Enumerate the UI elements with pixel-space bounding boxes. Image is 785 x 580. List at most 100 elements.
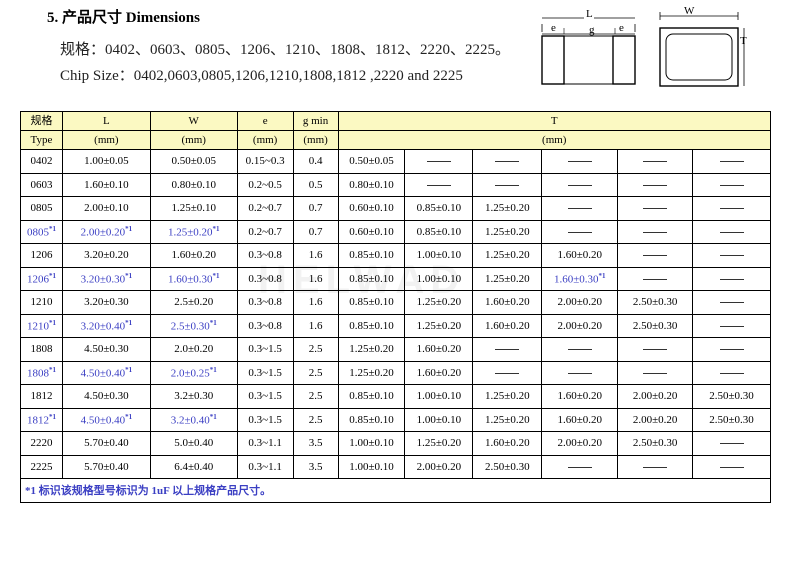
- cell-T: [617, 219, 694, 244]
- cell-W: 0.50±0.05: [149, 149, 238, 174]
- cell-T: [541, 360, 619, 385]
- table-row: 0603 1.60±0.10 0.80±0.10 0.2~0.5 0.5 0.80±0.1…: [20, 172, 771, 197]
- empty-dash: [643, 278, 668, 280]
- empty-dash: [567, 161, 592, 163]
- cell-W: 1.25±0.10: [149, 196, 238, 221]
- cell-type: 1206*1: [20, 266, 63, 291]
- cell-T: 1.25±0.20: [472, 384, 543, 409]
- cell-g: 2.5: [292, 384, 339, 409]
- note-mark: *1: [212, 224, 220, 233]
- cell-T: 0.85±0.10: [337, 384, 406, 409]
- cell-L: 1.00±0.05: [61, 149, 151, 174]
- cell-L: 4.50±0.30: [61, 337, 151, 362]
- table-row: 0805*1 2.00±0.20*1 1.25±0.20*1 0.2~0.7 0.7 0.…: [20, 219, 771, 244]
- cell-type: 1812*1: [20, 407, 63, 432]
- section-heading: 5. 产品尺寸 Dimensions: [47, 10, 200, 26]
- cell-L: 4.50±0.30: [61, 384, 151, 409]
- cell-e: 0.3~0.8: [236, 313, 294, 338]
- note-mark: *1: [48, 318, 56, 327]
- empty-dash: [643, 231, 668, 233]
- cell-W: 6.4±0.40: [149, 454, 238, 479]
- cell-type: 2220: [20, 431, 63, 456]
- cell-W: 1.25±0.20*1: [149, 219, 238, 244]
- cell-e: 0.15~0.3: [236, 149, 294, 174]
- cell-T: 0.50±0.05: [337, 149, 406, 174]
- empty-dash: [643, 349, 668, 351]
- cell-type: 0402: [20, 149, 63, 174]
- cell-L: 3.20±0.30*1: [61, 266, 151, 291]
- cell-W: 0.80±0.10: [149, 172, 238, 197]
- cell-g: 1.6: [292, 313, 339, 338]
- note-mark: *1: [598, 271, 606, 280]
- cell-type: 1210*1: [20, 313, 63, 338]
- cell-L: 3.20±0.20: [61, 243, 151, 268]
- cell-L: 4.50±0.40*1: [61, 360, 151, 385]
- cell-e: 0.3~1.5: [236, 360, 294, 385]
- cell-T: 1.60±0.20: [541, 384, 619, 409]
- cell-T: [617, 172, 694, 197]
- cell-T: [692, 219, 771, 244]
- table-row: 2220 5.70±0.40 5.0±0.40 0.3~1.1 3.5 1.00±0.10…: [20, 431, 771, 456]
- cell-T: 0.85±0.10: [404, 219, 474, 244]
- cell-T: 2.00±0.20: [404, 454, 474, 479]
- cell-W: 2.5±0.30*1: [149, 313, 238, 338]
- cell-T: [692, 337, 771, 362]
- empty-dash: [567, 466, 592, 468]
- table-row: 1206 3.20±0.20 1.60±0.20 0.3~0.8 1.6 0.85±0.1…: [20, 243, 771, 268]
- cell-e: 0.3~0.8: [236, 290, 294, 315]
- cell-W: 3.2±0.40*1: [149, 407, 238, 432]
- table-row: 1206*1 3.20±0.30*1 1.60±0.30*1 0.3~0.8 1.6 0.…: [20, 266, 771, 291]
- note-mark: *1: [48, 224, 56, 233]
- table-row: 0402 1.00±0.05 0.50±0.05 0.15~0.3 0.4 0.50±0.…: [20, 149, 771, 174]
- cell-W: 2.0±0.20: [149, 337, 238, 362]
- cell-T: 1.25±0.20: [404, 431, 474, 456]
- header-L-unit: (mm): [61, 130, 151, 150]
- empty-dash: [567, 231, 592, 233]
- cell-T: 1.25±0.20: [472, 407, 543, 432]
- empty-dash: [495, 372, 520, 374]
- cell-L: 3.20±0.40*1: [61, 313, 151, 338]
- header-T-unit: (mm): [337, 130, 772, 150]
- cell-g: 1.6: [292, 290, 339, 315]
- cell-T: 1.00±0.10: [337, 454, 406, 479]
- cell-L: 1.60±0.10: [61, 172, 151, 197]
- cell-T: [404, 172, 474, 197]
- cell-T: [541, 337, 619, 362]
- diagram-label-T: T: [740, 35, 747, 47]
- diagram-label-e2: e: [619, 22, 624, 34]
- cell-L: 4.50±0.40*1: [61, 407, 151, 432]
- empty-dash: [643, 184, 668, 186]
- cell-T: 1.00±0.10: [404, 243, 474, 268]
- cell-T: [472, 149, 543, 174]
- cell-T: 2.00±0.20: [541, 431, 619, 456]
- chip-dimension-diagram: L e g e W T: [541, 5, 747, 87]
- cell-T: 0.80±0.10: [337, 172, 406, 197]
- cell-T: [541, 219, 619, 244]
- cell-T: 1.60±0.20: [472, 431, 543, 456]
- note-mark: *1: [209, 318, 217, 327]
- note-mark: *1: [125, 365, 133, 374]
- note-mark: *1: [125, 271, 133, 280]
- header-L: L: [61, 111, 151, 131]
- cell-T: 1.60±0.20: [541, 407, 619, 432]
- cell-T: 1.00±0.10: [337, 431, 406, 456]
- cell-T: 1.60±0.20: [404, 360, 474, 385]
- cell-L: 5.70±0.40: [61, 454, 151, 479]
- empty-dash: [567, 184, 592, 186]
- header-type: 规格: [20, 111, 63, 131]
- empty-dash: [719, 161, 744, 163]
- side-view: L e g e: [541, 8, 636, 85]
- cell-T: 1.25±0.20: [337, 337, 406, 362]
- cell-T: 1.25±0.20: [472, 266, 543, 291]
- empty-dash: [719, 231, 744, 233]
- cell-e: 0.3~1.1: [236, 431, 294, 456]
- cell-T: [541, 454, 619, 479]
- header-W: W: [149, 111, 238, 131]
- cell-e: 0.3~0.8: [236, 243, 294, 268]
- cell-e: 0.3~1.5: [236, 337, 294, 362]
- cell-T: 2.50±0.30: [617, 313, 694, 338]
- cell-g: 1.6: [292, 266, 339, 291]
- cell-T: [692, 431, 771, 456]
- cell-T: 1.60±0.20: [404, 337, 474, 362]
- cell-T: 0.60±0.10: [337, 196, 406, 221]
